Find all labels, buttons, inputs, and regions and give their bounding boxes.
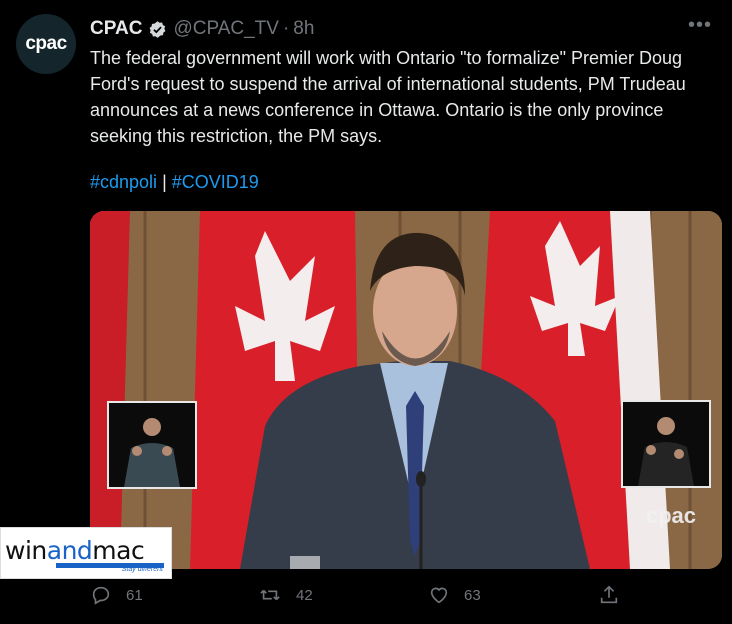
share-button[interactable] (598, 584, 634, 606)
like-button[interactable]: 63 (428, 584, 481, 606)
tweet-header: CPAC @CPAC_TV · 8h ••• (90, 14, 712, 42)
reply-button[interactable]: 61 (90, 584, 143, 606)
sign-language-interpreter-left (107, 401, 197, 489)
verified-badge-icon (148, 20, 167, 39)
sign-language-interpreter-right (621, 400, 711, 488)
display-name[interactable]: CPAC (90, 18, 142, 40)
more-icon[interactable]: ••• (688, 14, 712, 37)
hashtag-separator: | (157, 172, 172, 192)
logo-brand-text: winandmac (5, 536, 145, 565)
like-count: 63 (464, 586, 481, 604)
like-icon (430, 587, 448, 604)
logo-tagline: Stay different (121, 566, 163, 573)
hashtag-cdnpoli[interactable]: #cdnpoli (90, 172, 157, 192)
tweet-actions: 61 42 63 (90, 580, 630, 610)
reply-count: 61 (126, 586, 143, 604)
cpac-watermark: cpac (645, 503, 696, 528)
retweet-button[interactable]: 42 (258, 584, 313, 606)
handle[interactable]: @CPAC_TV (173, 18, 279, 40)
share-icon (600, 585, 618, 604)
avatar[interactable]: cpac (16, 14, 76, 74)
hashtags: #cdnpoli | #COVID19 (90, 172, 259, 193)
media-scene-image (90, 211, 722, 569)
retweet-icon (260, 589, 280, 601)
tweet-text: The federal government will work with On… (90, 48, 686, 146)
separator-dot: · (282, 18, 290, 39)
hashtag-covid19[interactable]: #COVID19 (172, 172, 259, 192)
avatar-text: cpac (25, 33, 67, 54)
winandmac-logo: winandmac Stay different (0, 527, 172, 579)
timestamp[interactable]: 8h (293, 18, 314, 40)
retweet-count: 42 (296, 586, 313, 604)
tweet-media[interactable]: cpac (90, 211, 722, 569)
reply-icon (92, 586, 110, 605)
